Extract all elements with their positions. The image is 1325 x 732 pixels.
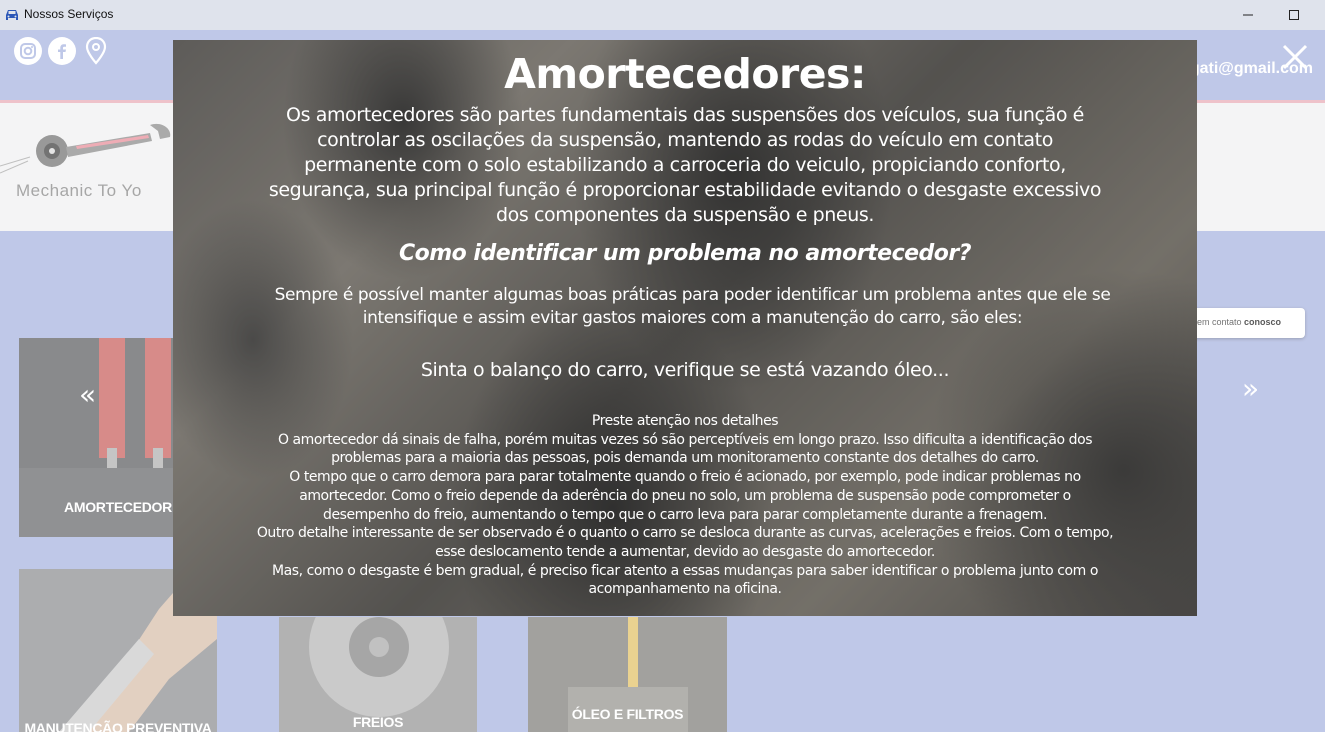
details-line: Mas, como o desgaste é bem gradual, é pr… (272, 562, 1098, 598)
minimize-button[interactable] (1225, 0, 1271, 30)
car-app-icon (6, 10, 18, 20)
service-modal: Amortecedores: Os amortecedores são part… (173, 40, 1197, 616)
modal-subtitle: Como identificar um problema no amortece… (398, 241, 972, 266)
modal-practices: Sempre é possível manter algumas boas pr… (274, 285, 1111, 328)
modal-title: Amortecedores: (504, 50, 866, 98)
modal-content: Amortecedores: Os amortecedores são part… (173, 40, 1197, 616)
maximize-icon (1289, 10, 1299, 20)
close-icon (1282, 44, 1308, 70)
window-titlebar: Nossos Serviços (0, 0, 1325, 30)
details-line: Preste atenção nos detalhes (591, 413, 779, 429)
modal-close-button[interactable] (1280, 42, 1310, 72)
minimize-icon (1243, 14, 1253, 16)
details-line: O tempo que o carro demora para parar to… (289, 469, 1081, 523)
window-title: Nossos Serviços (24, 7, 114, 21)
details-line: O amortecedor dá sinais de falha, porém … (277, 431, 1093, 467)
maximize-button[interactable] (1271, 0, 1317, 30)
details-line: Outro detalhe interessante de ser observ… (256, 525, 1114, 560)
modal-tip: Sinta o balanço do carro, verifique se e… (420, 359, 950, 381)
modal-intro: Os amortecedores são partes fundamentais… (268, 104, 1102, 226)
modal-details: Preste atenção nos detalhes O amortecedo… (255, 412, 1115, 599)
